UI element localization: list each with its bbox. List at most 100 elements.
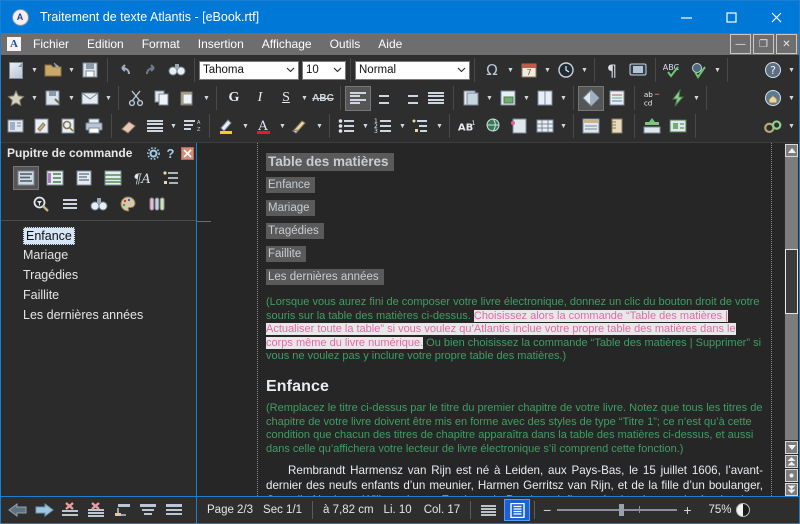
favorite-button[interactable]	[3, 86, 29, 111]
close-icon[interactable]	[179, 144, 196, 162]
chevron-down-icon[interactable]: ▼	[505, 58, 516, 83]
ruler-button[interactable]	[604, 114, 630, 139]
open-document-button[interactable]	[40, 58, 66, 83]
gear-icon[interactable]	[145, 144, 162, 162]
toc-entry-row[interactable]: Tragédies	[266, 221, 763, 244]
settings-button[interactable]	[760, 114, 786, 139]
chevron-down-icon[interactable]: ▼	[314, 114, 325, 139]
chevron-down-icon[interactable]: ▼	[786, 58, 797, 83]
zoom-in-button[interactable]: +	[683, 503, 691, 517]
chevron-down-icon[interactable]: ▼	[201, 86, 212, 111]
toc-entry-tragedies[interactable]: Tragédies	[266, 223, 324, 239]
chevron-down-icon[interactable]: ▼	[240, 114, 251, 139]
list-item[interactable]: Enfance	[1, 227, 196, 245]
font-color-button[interactable]: A	[251, 114, 277, 139]
close-button[interactable]	[754, 1, 799, 33]
chevron-down-icon[interactable]: ▼	[277, 114, 288, 139]
page-indicator[interactable]: Page 2/3	[197, 497, 263, 523]
show-formatting-button[interactable]: ¶	[599, 58, 625, 83]
minimize-button[interactable]	[664, 1, 709, 33]
font-name-combobox[interactable]: Tahoma	[199, 60, 299, 80]
bullet-list-button[interactable]	[334, 114, 360, 139]
hyperlink-button[interactable]	[480, 114, 506, 139]
next-page-button[interactable]	[785, 483, 798, 496]
autocorrect-button[interactable]	[665, 86, 691, 111]
copy-button[interactable]	[149, 86, 175, 111]
document-tools-button[interactable]	[29, 114, 55, 139]
multilevel-list-button[interactable]	[408, 114, 434, 139]
bookmark-button[interactable]	[506, 114, 532, 139]
help-icon[interactable]: ?	[162, 144, 179, 162]
scroll-down-button[interactable]	[785, 441, 798, 454]
clips-icon[interactable]	[144, 192, 170, 216]
chevron-down-icon[interactable]: ▼	[786, 86, 797, 111]
chevron-down-icon[interactable]: ▼	[691, 86, 702, 111]
numbered-list-button[interactable]: 123	[371, 114, 397, 139]
align-icon[interactable]	[135, 498, 160, 522]
chevron-down-icon[interactable]: ▼	[521, 86, 532, 111]
chevron-down-icon[interactable]: ▼	[66, 58, 77, 83]
footnote-button[interactable]: AB 1	[454, 114, 480, 139]
chevron-down-icon[interactable]: ▼	[579, 58, 590, 83]
mdi-restore-button[interactable]: ❐	[753, 34, 774, 54]
scrollbar-thumb[interactable]	[785, 249, 798, 314]
binoculars-icon[interactable]	[86, 192, 112, 216]
justify-button[interactable]	[423, 86, 449, 111]
line-spacing-button[interactable]	[142, 114, 168, 139]
multicolumn-icon[interactable]	[42, 166, 68, 190]
previous-page-button[interactable]	[785, 455, 798, 468]
toc-entry-row[interactable]: Faillite	[266, 244, 763, 267]
section-indicator[interactable]: Sec 1/1	[263, 497, 312, 523]
print-preview-button[interactable]	[55, 114, 81, 139]
outline-item-faillite[interactable]: Faillite	[1, 285, 196, 305]
home-page-button[interactable]	[760, 86, 786, 111]
new-document-button[interactable]	[3, 58, 29, 83]
thesaurus-button[interactable]	[686, 58, 712, 83]
time-button[interactable]	[553, 58, 579, 83]
vertical-scrollbar[interactable]	[784, 143, 799, 496]
chevron-down-icon[interactable]: ▼	[103, 86, 114, 111]
strikethrough-button[interactable]: ABC	[310, 86, 336, 111]
chevron-down-icon[interactable]: ▼	[29, 58, 40, 83]
scrollbar-track[interactable]	[785, 157, 798, 440]
contrast-icon[interactable]	[735, 503, 750, 517]
save-as-button[interactable]	[40, 86, 66, 111]
font-size-combobox[interactable]: 10	[302, 60, 346, 80]
find-replace-button[interactable]	[164, 58, 190, 83]
chevron-down-icon[interactable]: ▼	[542, 58, 553, 83]
columns-button[interactable]	[532, 86, 558, 111]
table-icon[interactable]	[100, 166, 126, 190]
menu-item-fichier[interactable]: Fichier	[24, 35, 78, 53]
zoom-find-icon[interactable]	[28, 192, 54, 216]
toc-entry-row[interactable]: Enfance	[266, 175, 763, 198]
delete-all-icon[interactable]	[83, 498, 108, 522]
insert-image-button[interactable]	[495, 86, 521, 111]
align-right-button[interactable]	[397, 86, 423, 111]
maximize-button[interactable]	[709, 1, 754, 33]
zoom-control[interactable]: − +	[535, 503, 699, 517]
align-center-button[interactable]	[371, 86, 397, 111]
date-button[interactable]: 7	[516, 58, 542, 83]
toc-entry-faillite[interactable]: Faillite	[266, 246, 307, 262]
promote-icon[interactable]	[109, 498, 134, 522]
highlight-button[interactable]	[214, 114, 240, 139]
palette-icon[interactable]	[115, 192, 141, 216]
outline-item-mariage[interactable]: Mariage	[1, 245, 196, 265]
header-button[interactable]	[578, 114, 604, 139]
chevron-down-icon[interactable]: ▼	[786, 114, 797, 139]
menu-item-affichage[interactable]: Affichage	[253, 35, 321, 53]
help-button[interactable]: ?	[760, 58, 786, 83]
italic-button[interactable]: I	[247, 86, 273, 111]
outline-view-icon[interactable]	[13, 166, 39, 190]
keyboard-shortcut-button[interactable]	[639, 114, 665, 139]
style-icon[interactable]: ¶A	[129, 166, 155, 190]
toc-entry-enfance[interactable]: Enfance	[266, 177, 316, 193]
document-icon[interactable]	[71, 166, 97, 190]
page-view-button[interactable]	[504, 499, 531, 521]
insert-table-button[interactable]	[532, 114, 558, 139]
list-icon[interactable]	[158, 166, 184, 190]
arrow-left-icon[interactable]	[5, 498, 30, 522]
toc-entry-dernieres-annees[interactable]: Les dernières années	[266, 269, 384, 285]
spellcheck-button[interactable]: ABC	[660, 58, 686, 83]
toc-entry-row[interactable]: Mariage	[266, 198, 763, 221]
